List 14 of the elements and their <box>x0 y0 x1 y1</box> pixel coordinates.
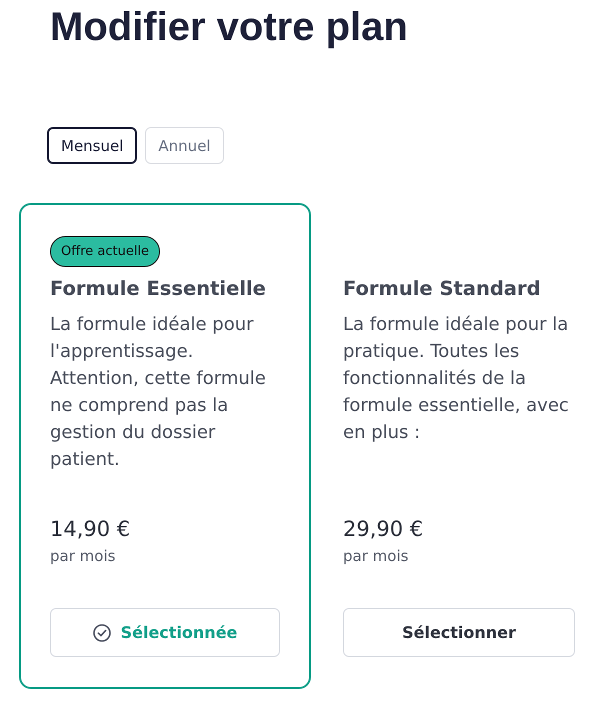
current-plan-badge: Offre actuelle <box>50 236 160 267</box>
plan-price: 29,90 € <box>343 516 424 543</box>
billing-period-label: par mois <box>343 546 410 566</box>
select-plan-button[interactable]: Sélectionner <box>343 608 575 657</box>
check-circle-icon <box>92 624 111 642</box>
plan-price: 14,90 € <box>50 516 132 543</box>
plan-description: La formule idéale pour l'apprentissage. Attention, cette formule ne comprend pas la gestion du dossier patient. <box>50 313 267 472</box>
plan-name: Formule Standard <box>343 276 542 302</box>
billing-period-tab[interactable]: Mensuel <box>47 127 138 164</box>
billing-period-label: par mois <box>50 546 116 566</box>
plan-name: Formule Essentielle <box>50 276 267 302</box>
billing-period-tab[interactable]: Annuel <box>145 127 224 164</box>
page-title: Modifier votre plan <box>50 4 409 51</box>
plan-description: La formule idéale pour la pratique. Toutes les fonctionnalités de la formule essentielle, avec en plus : <box>343 313 570 445</box>
